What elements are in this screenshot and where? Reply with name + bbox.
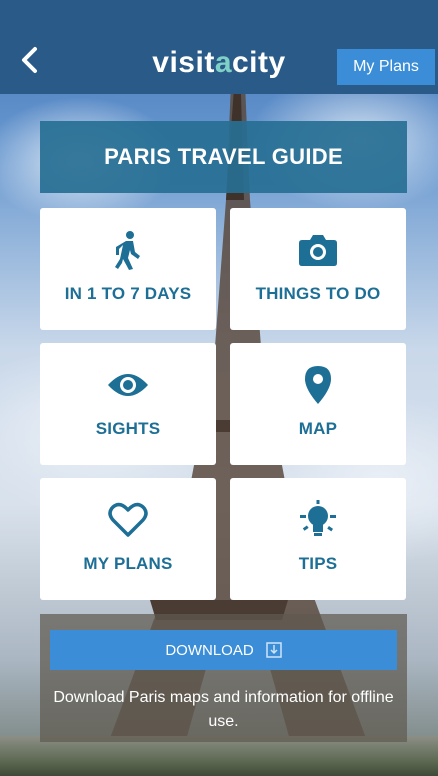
page-title: PARIS TRAVEL GUIDE: [40, 121, 407, 193]
my-plans-button[interactable]: My Plans: [337, 49, 435, 85]
tile-things-to-do[interactable]: THINGS TO DO: [230, 208, 406, 330]
tile-in-1-to-7-days[interactable]: IN 1 TO 7 DAYS: [40, 208, 216, 330]
map-pin-icon: [305, 366, 331, 404]
tile-label: IN 1 TO 7 DAYS: [64, 284, 192, 303]
tile-map[interactable]: MAP: [230, 343, 406, 465]
lightbulb-icon: [300, 500, 336, 536]
download-icon: [265, 642, 282, 658]
eye-icon: [108, 374, 148, 396]
download-description: Download Paris maps and information for …: [53, 689, 394, 730]
camera-icon: [299, 235, 337, 266]
download-button-label: DOWNLOAD: [165, 641, 254, 659]
walking-person-icon: [115, 231, 140, 270]
tile-label: SIGHTS: [95, 419, 161, 438]
tile-tips[interactable]: TIPS: [230, 478, 406, 600]
tile-my-plans[interactable]: MY PLANS: [40, 478, 216, 600]
download-button[interactable]: DOWNLOAD: [50, 630, 397, 670]
app-header: visitacity My Plans: [0, 0, 438, 94]
heart-icon: [108, 502, 148, 537]
download-panel: DOWNLOAD Download Paris maps and informa…: [40, 614, 407, 742]
tile-label: TIPS: [298, 554, 338, 573]
tile-sights[interactable]: SIGHTS: [40, 343, 216, 465]
tile-label: MY PLANS: [83, 554, 173, 573]
tile-label: MAP: [298, 419, 338, 438]
city-skyline: [0, 736, 438, 776]
tile-label: THINGS TO DO: [255, 284, 381, 303]
